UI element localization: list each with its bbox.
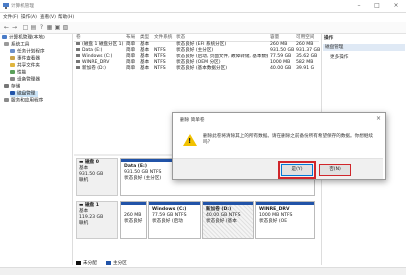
volume-icon bbox=[76, 60, 80, 63]
storage-icon bbox=[4, 84, 9, 88]
menu-view[interactable]: 查看(V) bbox=[40, 14, 56, 20]
col-layout[interactable]: 布局 bbox=[126, 34, 135, 40]
help-icon[interactable]: ? bbox=[38, 24, 45, 31]
col-volume[interactable]: 卷 bbox=[76, 34, 81, 40]
volume-icon bbox=[76, 54, 80, 57]
device-icon bbox=[10, 77, 15, 81]
services-icon bbox=[4, 98, 9, 102]
partition-windows-c[interactable]: Windows (C:) 77.59 GB NTFS 状态良好 (启动 bbox=[148, 201, 201, 239]
window-title: 计算机管理 bbox=[11, 4, 34, 9]
volume-icon bbox=[76, 48, 80, 51]
tree-item-shared-folders[interactable]: 共享文件夹 bbox=[10, 63, 40, 69]
tools-icon bbox=[4, 42, 9, 46]
tree-item-performance[interactable]: 性能 bbox=[10, 70, 26, 76]
col-free-space[interactable]: 可用空间 bbox=[296, 34, 314, 40]
disk-1-info[interactable]: ▬ 磁盘 1 基本 119.23 GB 联机 bbox=[76, 201, 118, 239]
dialog-close-icon[interactable]: × bbox=[376, 115, 381, 122]
partition-winre-drv[interactable]: WINRE_DRV 1000 MB NTFS 状态良好 (OE bbox=[255, 201, 315, 239]
legend-swatch-primary bbox=[106, 261, 111, 265]
toolbar-icon-5[interactable]: ▣ bbox=[54, 24, 61, 31]
delete-volume-dialog: 删除 简单卷 × ! 删除此卷将清除其上的所有数据。请在删除之前备份所有希望保存… bbox=[172, 112, 386, 180]
performance-icon bbox=[10, 70, 15, 74]
dialog-message: 删除此卷将清除其上的所有数据。请在删除之前备份所有希望保存的数据。你想继续吗？ bbox=[203, 134, 373, 145]
forward-arrow-icon[interactable]: → bbox=[11, 24, 18, 31]
partition-new-volume-d[interactable]: 新加卷 (D:) 40.00 GB NTFS 状态良好 (基本 bbox=[202, 201, 254, 239]
menu-file[interactable]: 文件(F) bbox=[3, 14, 18, 20]
more-actions-link[interactable]: 更多操作 bbox=[330, 54, 348, 60]
tree-item-task-scheduler[interactable]: 任务计划程序 bbox=[10, 49, 45, 55]
maximize-button[interactable]: □ bbox=[370, 2, 384, 10]
clock-icon bbox=[10, 49, 15, 53]
disk-0-info[interactable]: ▬ 磁盘 0 基本 931.50 GB 联机 bbox=[76, 158, 118, 196]
title-bar: 计算机管理 – □ × bbox=[0, 0, 406, 13]
actions-section-disk-management[interactable]: 磁盘管理 bbox=[323, 44, 405, 51]
tree-item-computer-management[interactable]: 计算机管理(本地) bbox=[2, 35, 45, 41]
tree-item-services-apps[interactable]: 服务和应用程序 bbox=[4, 98, 43, 104]
computer-icon bbox=[2, 35, 7, 39]
col-capacity[interactable]: 容量 bbox=[270, 34, 279, 40]
warning-exclamation: ! bbox=[188, 137, 192, 145]
legend-unallocated: 未分配 bbox=[83, 261, 97, 266]
tree-item-event-viewer[interactable]: 事件查看器 bbox=[10, 56, 40, 62]
menu-help[interactable]: 帮助(H) bbox=[58, 14, 74, 20]
toolbar-icon-1[interactable]: □ bbox=[22, 24, 29, 31]
menu-action[interactable]: 操作(A) bbox=[21, 14, 37, 20]
disk-legend: 未分配 主分区 bbox=[74, 260, 319, 267]
table-row[interactable]: 新加卷 (D:) 简单 基本 NTFS 状态良好 (基本数据分区) 40.00 … bbox=[74, 66, 319, 72]
toolbar-icon-6[interactable]: ▧ bbox=[62, 24, 69, 31]
col-status[interactable]: 状态 bbox=[176, 34, 185, 40]
volume-icon bbox=[76, 66, 80, 69]
tree-item-device-manager[interactable]: 设备管理器 bbox=[10, 77, 40, 83]
navigation-tree: 计算机管理(本地) 系统工具 任务计划程序 事件查看器 共享文件夹 性能 设备管… bbox=[0, 34, 73, 265]
no-button[interactable]: 否(N) bbox=[319, 164, 351, 176]
dialog-title: 删除 简单卷 bbox=[180, 118, 205, 123]
yes-button[interactable]: 是(Y) bbox=[278, 161, 316, 179]
legend-swatch-unallocated bbox=[76, 261, 81, 265]
actions-header: 操作 bbox=[324, 36, 334, 41]
tree-item-system-tools[interactable]: 系统工具 bbox=[4, 42, 29, 48]
volume-icon bbox=[76, 42, 80, 45]
partition-efi[interactable]: 260 MB 状态良好 bbox=[120, 201, 147, 239]
toolbar: ← → □ ▤ ? ▦ ▣ ▧ bbox=[0, 22, 406, 34]
dialog-button-bar: 是(Y) 否(N) bbox=[173, 158, 383, 179]
close-button[interactable]: × bbox=[389, 2, 403, 10]
col-type[interactable]: 类型 bbox=[140, 34, 149, 40]
col-filesystem[interactable]: 文件系统 bbox=[154, 34, 172, 40]
menu-bar: 文件(F) 操作(A) 查看(V) 帮助(H) bbox=[0, 13, 406, 21]
volume-list-header: 卷 布局 类型 文件系统 状态 容量 可用空间 bbox=[74, 34, 319, 42]
volume-list: 卷 布局 类型 文件系统 状态 容量 可用空间 (磁盘 1 磁盘分区 1) 简单… bbox=[74, 34, 320, 76]
computer-management-icon bbox=[3, 3, 9, 9]
tree-item-disk-management[interactable]: 磁盘管理 bbox=[10, 91, 39, 97]
legend-primary: 主分区 bbox=[113, 261, 127, 266]
minimize-button[interactable]: – bbox=[352, 2, 366, 10]
toolbar-icon-2[interactable]: ▤ bbox=[30, 24, 37, 31]
disk-icon bbox=[10, 91, 15, 95]
folder-icon bbox=[10, 63, 15, 67]
tree-item-storage[interactable]: 存储 bbox=[4, 84, 20, 90]
event-icon bbox=[10, 56, 15, 60]
toolbar-icon-4[interactable]: ▦ bbox=[46, 24, 53, 31]
back-arrow-icon[interactable]: ← bbox=[3, 24, 10, 31]
